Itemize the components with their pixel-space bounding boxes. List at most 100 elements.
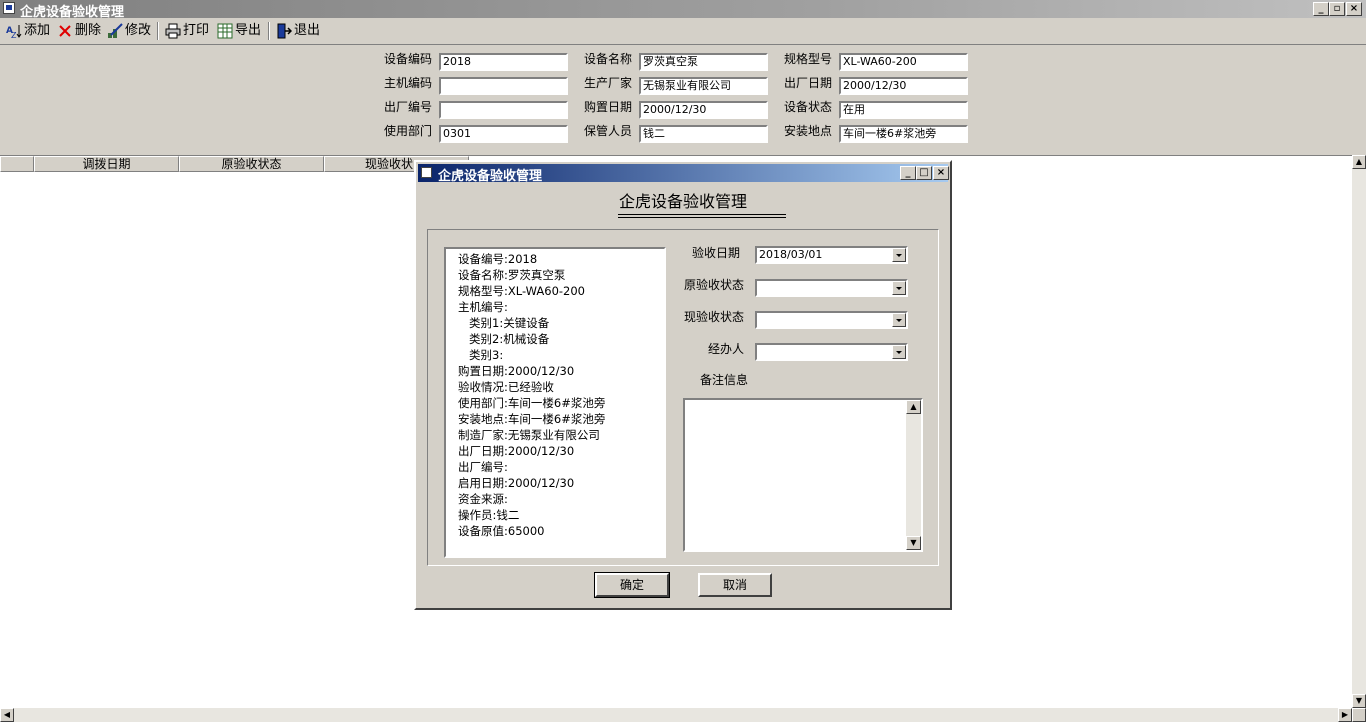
info-line: 安装地点:车间一楼6#浆池旁 <box>458 412 606 426</box>
host-code-field[interactable] <box>439 77 568 95</box>
equipment-info-box: 设备编号:2018 设备名称:罗茨真空泵 规格型号:XL-WA60-200 主机… <box>444 247 666 558</box>
dialog-minimize-button[interactable]: _ <box>900 166 916 180</box>
model-label: 规格型号 <box>784 52 833 66</box>
chevron-down-icon[interactable] <box>892 281 906 295</box>
curr-status-select[interactable] <box>755 311 908 329</box>
location-field[interactable]: 车间一楼6#浆池旁 <box>839 125 968 143</box>
manufacturer-field[interactable]: 无锡泵业有限公司 <box>639 77 768 95</box>
acceptance-dialog: 企虎设备验收管理 _ □ × 企虎设备验收管理 设备编号:2018 设备名称:罗… <box>414 160 952 610</box>
info-line: 出厂日期:2000/12/30 <box>458 444 575 458</box>
scroll-up-icon[interactable]: ▲ <box>1352 155 1366 169</box>
delete-button[interactable]: 删除 <box>57 22 101 40</box>
grid-horizontal-scrollbar[interactable]: ◀ ▶ <box>0 708 1366 722</box>
app-icon <box>3 2 15 14</box>
memo-textarea[interactable]: ▲ ▼ <box>683 398 923 552</box>
main-title-bar: 企虎设备验收管理 _ ▫ × <box>0 0 1366 20</box>
toolbar-separator <box>157 22 159 40</box>
add-icon: AZ <box>6 23 22 40</box>
ok-button[interactable]: 确定 <box>594 572 670 598</box>
chevron-down-icon[interactable] <box>892 313 906 327</box>
export-button[interactable]: 导出 <box>217 22 261 40</box>
dialog-app-icon <box>421 167 432 178</box>
status-field[interactable]: 在用 <box>839 101 968 119</box>
info-line: 类别3: <box>469 348 504 362</box>
chevron-down-icon[interactable] <box>892 345 906 359</box>
keeper-label: 保管人员 <box>584 124 633 138</box>
location-label: 安装地点 <box>784 124 833 138</box>
dialog-maximize-button[interactable]: □ <box>916 166 932 180</box>
handler-label: 经办人 <box>707 342 744 356</box>
equip-name-field[interactable]: 罗茨真空泵 <box>639 53 768 71</box>
delete-label: 删除 <box>75 23 102 38</box>
info-line: 设备原值:65000 <box>458 524 545 538</box>
info-line: 出厂编号: <box>458 460 508 474</box>
info-line: 类别1:关键设备 <box>469 316 550 330</box>
add-button[interactable]: AZ 添加 <box>6 22 50 40</box>
scroll-up-icon[interactable]: ▲ <box>906 400 921 414</box>
orig-status-label: 原验收状态 <box>683 278 744 292</box>
accept-date-select[interactable]: 2018/03/01 <box>755 246 908 264</box>
heading-underline <box>618 217 786 218</box>
manufacturer-label: 生产厂家 <box>584 76 633 90</box>
keeper-field[interactable]: 钱二 <box>639 125 768 143</box>
svg-text:Z: Z <box>11 31 17 39</box>
edit-button[interactable]: 修改 <box>107 22 151 40</box>
scroll-down-icon[interactable]: ▼ <box>906 536 921 550</box>
handler-select[interactable] <box>755 343 908 361</box>
info-line: 操作员:钱二 <box>458 508 520 522</box>
factory-no-label: 出厂编号 <box>384 100 433 114</box>
scroll-right-icon[interactable]: ▶ <box>1338 708 1352 722</box>
info-line: 制造厂家:无锡泵业有限公司 <box>458 428 600 442</box>
chevron-down-icon[interactable] <box>892 248 906 262</box>
scroll-corner <box>1352 708 1366 722</box>
info-line: 设备名称:罗茨真空泵 <box>458 268 566 282</box>
info-line: 购置日期:2000/12/30 <box>458 364 575 378</box>
close-button[interactable]: × <box>1346 2 1362 16</box>
orig-status-select[interactable] <box>755 279 908 297</box>
restore-button[interactable]: ▫ <box>1329 2 1345 16</box>
purchase-date-field[interactable]: 2000/12/30 <box>639 101 768 119</box>
equipment-form: 设备编码 2018 设备名称 罗茨真空泵 规格型号 XL-WA60-200 主机… <box>0 44 1366 156</box>
window-title: 企虎设备验收管理 <box>20 5 125 20</box>
dept-label: 使用部门 <box>384 124 433 138</box>
exit-button[interactable]: 退出 <box>276 22 320 40</box>
add-label: 添加 <box>24 23 51 38</box>
print-button[interactable]: 打印 <box>165 22 209 40</box>
cancel-button[interactable]: 取消 <box>698 573 772 597</box>
heading-underline <box>618 214 786 215</box>
info-line: 规格型号:XL-WA60-200 <box>458 284 585 298</box>
edit-label: 修改 <box>125 23 152 38</box>
grid-header-orig-status[interactable]: 原验收状态 <box>179 156 324 172</box>
toolbar: AZ 添加 删除 修改 打印 导出 退出 <box>0 19 1366 43</box>
dept-field[interactable]: 0301 <box>439 125 568 143</box>
dialog-close-button[interactable]: × <box>933 166 949 180</box>
toolbar-separator <box>268 22 270 40</box>
info-line: 资金来源: <box>458 492 508 506</box>
grid-row-header <box>0 156 34 172</box>
equip-code-field[interactable]: 2018 <box>439 53 568 71</box>
grid-vertical-scrollbar[interactable]: ▲ ▼ <box>1352 155 1366 708</box>
delete-icon <box>57 23 73 39</box>
scroll-left-icon[interactable]: ◀ <box>0 708 14 722</box>
memo-scrollbar[interactable]: ▲ ▼ <box>906 400 921 550</box>
info-line: 使用部门:车间一楼6#浆池旁 <box>458 396 606 410</box>
scroll-down-icon[interactable]: ▼ <box>1352 694 1366 708</box>
curr-status-label: 现验收状态 <box>683 310 744 324</box>
exit-label: 退出 <box>294 23 321 38</box>
memo-label: 备注信息 <box>699 373 748 387</box>
info-line: 验收情况:已经验收 <box>458 380 554 394</box>
exit-door-icon <box>276 23 293 39</box>
grid-header-transfer-date[interactable]: 调拨日期 <box>34 156 179 172</box>
factory-date-label: 出厂日期 <box>784 76 833 90</box>
equip-name-label: 设备名称 <box>584 52 633 66</box>
status-label: 设备状态 <box>784 100 833 114</box>
minimize-button[interactable]: _ <box>1313 2 1329 16</box>
factory-date-field[interactable]: 2000/12/30 <box>839 77 968 95</box>
host-code-label: 主机编码 <box>384 76 433 90</box>
export-label: 导出 <box>235 23 262 38</box>
dialog-title: 企虎设备验收管理 <box>438 169 543 184</box>
model-field[interactable]: XL-WA60-200 <box>839 53 968 71</box>
print-label: 打印 <box>183 23 210 38</box>
factory-no-field[interactable] <box>439 101 568 119</box>
accept-date-label: 验收日期 <box>691 246 740 260</box>
